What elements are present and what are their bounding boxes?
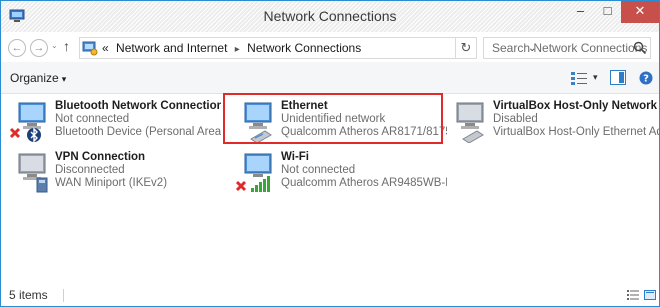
vpn-network-icon: [18, 153, 48, 193]
connection-device: Qualcomm Atheros AR9485WB-E...: [281, 177, 447, 189]
connection-status: Not connected: [281, 164, 356, 176]
connection-name: VPN Connection: [55, 151, 146, 163]
list-item-wi-fi[interactable]: Wi-Fi Not connected Qualcomm Atheros AR9…: [227, 148, 447, 195]
list-item-bluetooth-network-connection[interactable]: Bluetooth Network Connection Not connect…: [1, 97, 221, 144]
item-text: VirtualBox Host-Only Network Disabled Vi…: [493, 100, 659, 139]
breadcrumb-overflow[interactable]: «: [102, 41, 109, 55]
large-icons-view-icon[interactable]: [644, 290, 656, 300]
search-icon[interactable]: [633, 41, 647, 55]
list-item-vpn-connection[interactable]: VPN Connection Disconnected WAN Miniport…: [1, 148, 221, 195]
breadcrumb-network-and-internet[interactable]: Network and Internet: [116, 41, 227, 55]
organize-menu-button[interactable]: Organize ▾: [10, 62, 66, 95]
list-item-virtualbox-host-only-network[interactable]: VirtualBox Host-Only Network Disabled Vi…: [439, 97, 659, 144]
navigation-bar: ← → ⌄ ↑ « Network and Internet ▸ Network…: [1, 32, 659, 62]
up-button[interactable]: ↑: [63, 38, 70, 54]
item-text: Bluetooth Network Connection Not connect…: [55, 100, 221, 139]
connections-list: Bluetooth Network Connection Not connect…: [1, 93, 659, 285]
ethernet-highlight-box: [223, 93, 443, 144]
connection-name: VirtualBox Host-Only Network: [493, 100, 658, 112]
view-options-caret-icon[interactable]: ▾: [593, 72, 598, 83]
organize-caret-icon: ▾: [61, 74, 67, 84]
minimize-button[interactable]: –: [567, 1, 594, 23]
search-box[interactable]: Search Network Connections: [483, 37, 651, 59]
status-bar: 5 items: [1, 285, 659, 306]
connection-status: Disconnected: [55, 164, 125, 176]
item-text: VPN Connection Disconnected WAN Miniport…: [55, 151, 221, 190]
item-text: Wi-Fi Not connected Qualcomm Atheros AR9…: [281, 151, 447, 190]
virtualbox-network-icon: [456, 102, 484, 143]
connection-name: Wi-Fi: [281, 151, 309, 163]
svg-text:?: ?: [643, 74, 649, 85]
close-button[interactable]: ✕: [621, 1, 659, 23]
status-divider: [63, 289, 64, 302]
breadcrumb-network-connections[interactable]: Network Connections: [247, 41, 361, 55]
title-bar: Network Connections – □ ✕: [1, 1, 659, 32]
details-view-icon[interactable]: [627, 290, 639, 300]
breadcrumb: « Network and Internet ▸ Network Connect…: [102, 38, 365, 60]
search-input[interactable]: Search Network Connections: [492, 38, 647, 58]
change-view-icon[interactable]: [571, 71, 587, 85]
network-connections-window: Network Connections – □ ✕ ← → ⌄ ↑ « Netw…: [0, 0, 660, 307]
connection-device: VirtualBox Host-Only Ethernet Ad...: [493, 126, 659, 138]
help-icon[interactable]: ?: [639, 71, 653, 85]
connection-status: Not connected: [55, 113, 130, 125]
connection-device: Bluetooth Device (Personal Area ...: [55, 126, 221, 138]
connection-status: Disabled: [493, 113, 538, 125]
recent-locations-chevron-icon[interactable]: ⌄: [51, 41, 58, 50]
breadcrumb-separator-icon[interactable]: ▸: [235, 44, 240, 55]
connection-device: WAN Miniport (IKEv2): [55, 177, 168, 189]
item-count: 5 items: [9, 288, 48, 302]
organize-label: Organize: [10, 71, 59, 85]
refresh-button[interactable]: ↻: [455, 37, 477, 59]
preview-pane-icon[interactable]: [610, 70, 626, 85]
address-bar[interactable]: « Network and Internet ▸ Network Connect…: [79, 37, 536, 60]
forward-button[interactable]: →: [30, 39, 48, 57]
command-bar: Organize ▾ ▾ ?: [1, 62, 659, 94]
back-button[interactable]: ←: [8, 39, 26, 57]
bluetooth-network-icon: [9, 102, 46, 143]
wifi-network-icon: [235, 153, 272, 192]
maximize-button[interactable]: □: [594, 1, 621, 23]
control-panel-icon: [82, 41, 98, 56]
window-title: Network Connections: [263, 8, 397, 24]
connection-name: Bluetooth Network Connection: [55, 100, 221, 112]
